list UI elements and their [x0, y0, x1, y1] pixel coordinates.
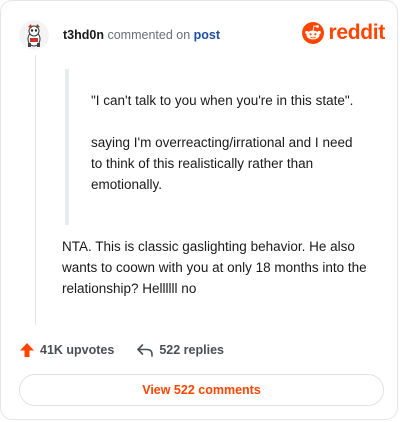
comment-card: t3hd0n commented on post reddit "I can't…: [0, 0, 398, 420]
comment-actions: 41K upvotes 522 replies: [19, 340, 224, 360]
avatar-icon: [19, 20, 49, 50]
replies-count: 522 replies: [159, 343, 224, 357]
comment-meta: t3hd0n commented on post: [63, 28, 220, 42]
reddit-logo[interactable]: reddit: [302, 21, 385, 45]
thread-line: [35, 55, 36, 325]
view-comments-button[interactable]: View 522 comments: [19, 374, 384, 406]
user-avatar[interactable]: [19, 20, 49, 50]
comment-text: NTA. This is classic gaslighting behavio…: [62, 239, 367, 296]
reddit-snoo-icon: [302, 22, 325, 44]
quote-paragraph: saying I'm overreacting/irrational and I…: [91, 135, 353, 192]
quote-block: "I can't talk to you when you're in this…: [65, 69, 355, 225]
reddit-wordmark: reddit: [328, 21, 385, 44]
quote-paragraph: "I can't talk to you when you're in this…: [91, 93, 354, 108]
upvote-arrow-icon: [20, 343, 34, 357]
upvote-button[interactable]: 41K upvotes: [19, 342, 114, 358]
username[interactable]: t3hd0n: [63, 28, 104, 42]
upvote-count: 41K upvotes: [40, 343, 115, 357]
reply-arrow-icon: [137, 344, 154, 357]
comment-header: t3hd0n commented on post reddit: [19, 19, 385, 51]
replies-button[interactable]: 522 replies: [136, 342, 224, 358]
post-link[interactable]: post: [194, 28, 220, 42]
commented-on-text: commented on: [107, 28, 191, 42]
